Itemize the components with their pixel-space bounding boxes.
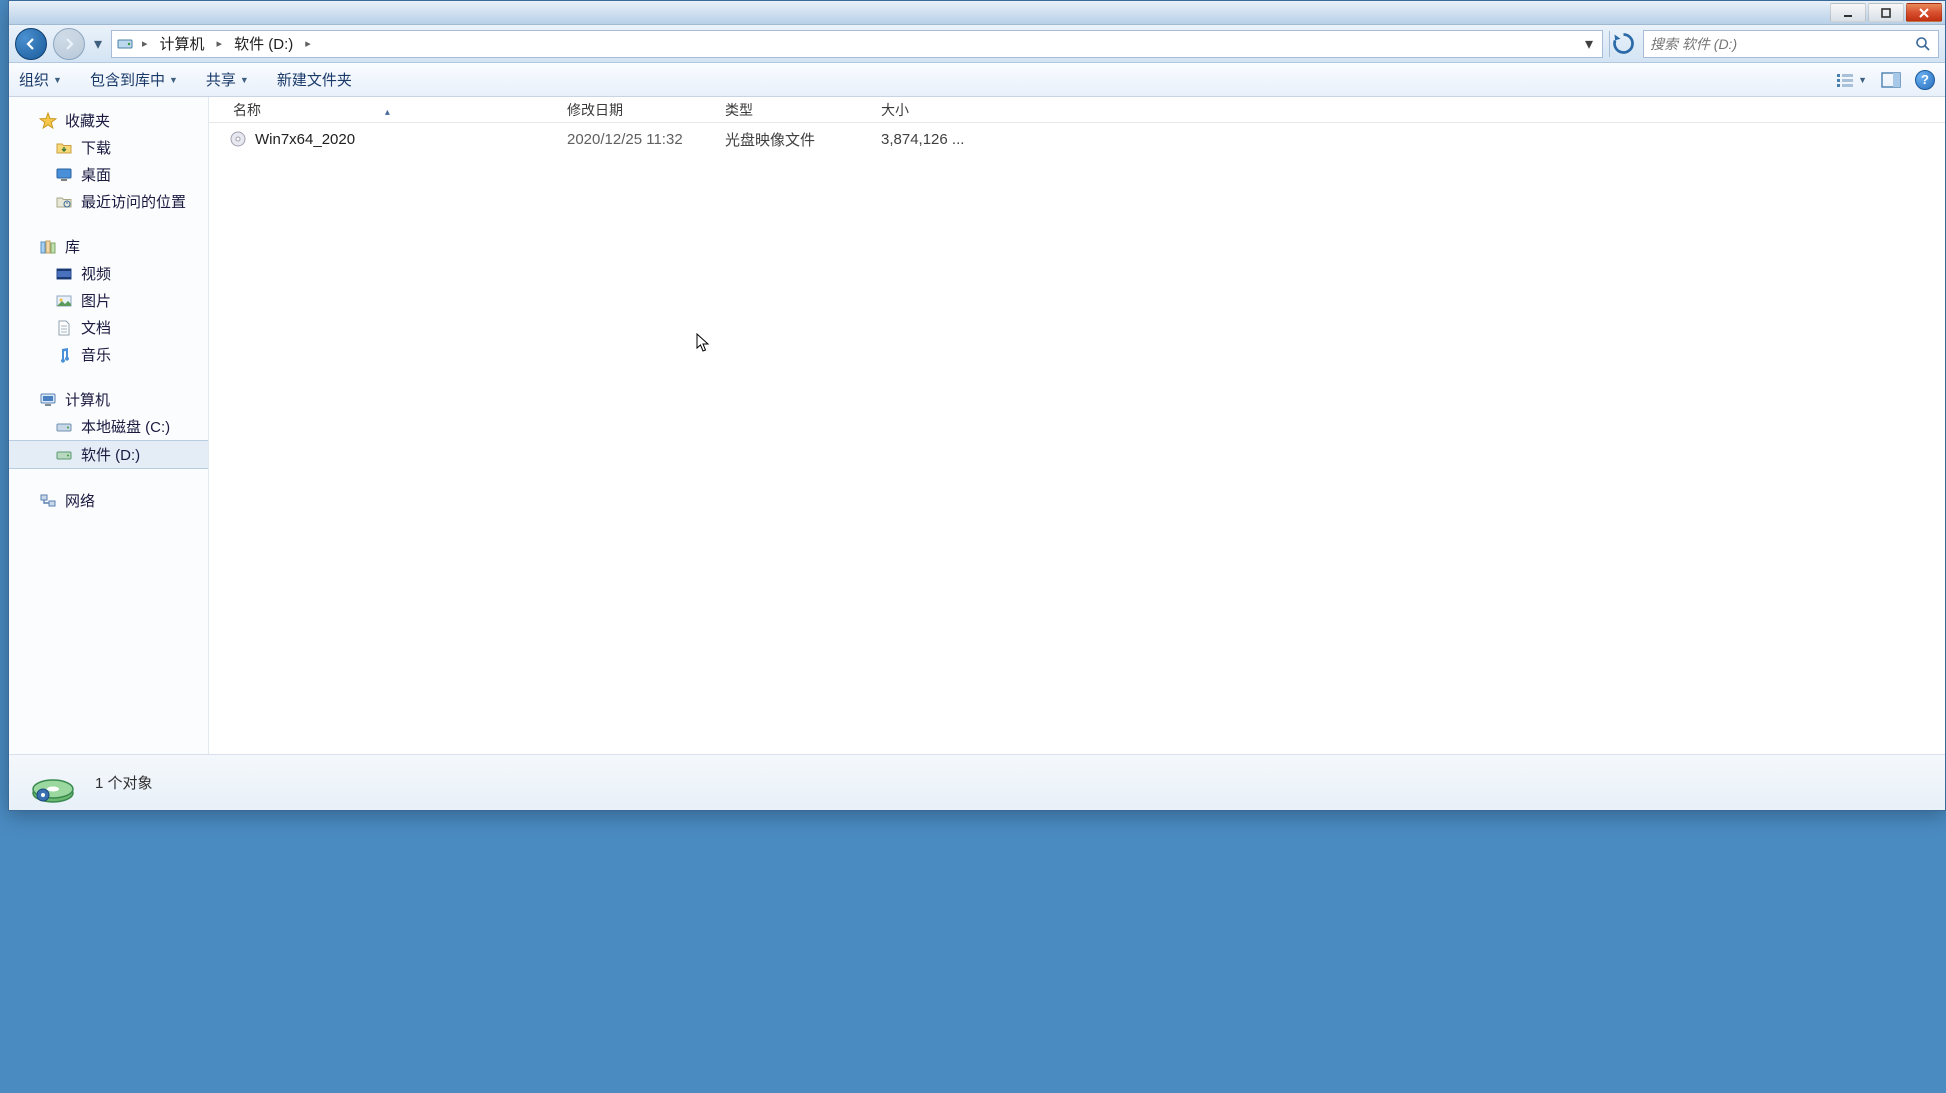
- search-input[interactable]: [1650, 36, 1914, 52]
- refresh-button[interactable]: [1609, 31, 1637, 57]
- drive-icon: [116, 35, 134, 53]
- column-label: 修改日期: [567, 102, 623, 118]
- search-box[interactable]: [1643, 30, 1939, 58]
- mouse-cursor-icon: [696, 333, 712, 353]
- folder-icon: [55, 139, 73, 157]
- organize-label: 组织: [19, 69, 49, 90]
- column-label: 类型: [725, 102, 753, 118]
- sidebar-item-videos[interactable]: 视频: [9, 260, 208, 287]
- new-folder-button[interactable]: 新建文件夹: [277, 69, 352, 90]
- sidebar-item-label: 文档: [81, 317, 111, 338]
- video-icon: [55, 265, 73, 283]
- share-label: 共享: [206, 69, 236, 90]
- search-icon[interactable]: [1914, 35, 1932, 53]
- view-mode-button[interactable]: ▼: [1836, 72, 1867, 88]
- navigation-row: ▾ ▸ 计算机 ▸ 软件 (D:) ▸ ▾: [9, 25, 1945, 63]
- disc-image-icon: [229, 130, 247, 148]
- file-size: 3,874,126 ...: [871, 131, 1945, 148]
- file-name: Win7x64_2020: [255, 131, 355, 148]
- include-in-library-button[interactable]: 包含到库中▼: [90, 69, 178, 90]
- titlebar: [9, 1, 1945, 25]
- back-button[interactable]: [15, 28, 47, 60]
- breadcrumb-separator-icon: ▸: [213, 37, 227, 50]
- drive-icon: [55, 446, 73, 464]
- organize-button[interactable]: 组织▼: [19, 69, 62, 90]
- share-button[interactable]: 共享▼: [206, 69, 249, 90]
- sidebar-item-label: 下载: [81, 137, 111, 158]
- file-type: 光盘映像文件: [715, 129, 871, 150]
- sidebar-item-music[interactable]: 音乐: [9, 341, 208, 368]
- help-button[interactable]: ?: [1915, 70, 1935, 90]
- network-icon: [39, 492, 57, 510]
- sidebar-label: 库: [65, 236, 80, 257]
- sidebar-item-documents[interactable]: 文档: [9, 314, 208, 341]
- breadcrumb-separator-icon: ▸: [138, 37, 152, 50]
- minimize-button[interactable]: [1830, 3, 1866, 22]
- sidebar-network-header[interactable]: 网络: [9, 487, 208, 514]
- column-label: 大小: [881, 102, 909, 118]
- computer-icon: [39, 391, 57, 409]
- nav-history-dropdown[interactable]: ▾: [91, 34, 105, 54]
- drive-icon: [55, 418, 73, 436]
- music-icon: [55, 346, 73, 364]
- sidebar-item-label: 桌面: [81, 164, 111, 185]
- desktop-icon: [55, 166, 73, 184]
- sidebar-item-label: 软件 (D:): [81, 444, 140, 465]
- sidebar-item-drive-d[interactable]: 软件 (D:): [9, 440, 208, 469]
- recent-places-icon: [55, 193, 73, 211]
- breadcrumb-segment[interactable]: 软件 (D:): [230, 31, 297, 56]
- column-label: 名称: [233, 102, 261, 118]
- address-dropdown-icon[interactable]: ▾: [1580, 34, 1598, 54]
- column-headers: 名称 ▴ 修改日期 类型 大小: [209, 97, 1945, 123]
- drive-large-icon: [29, 759, 77, 807]
- sidebar-label: 网络: [65, 490, 95, 511]
- sort-indicator-icon: ▴: [385, 107, 390, 118]
- star-icon: [39, 112, 57, 130]
- sidebar-label: 收藏夹: [65, 110, 110, 131]
- breadcrumb-segment[interactable]: 计算机: [156, 31, 209, 56]
- file-date: 2020/12/25 11:32: [557, 131, 715, 148]
- sidebar-item-downloads[interactable]: 下载: [9, 134, 208, 161]
- toolbar: 组织▼ 包含到库中▼ 共享▼ 新建文件夹 ▼ ?: [9, 63, 1945, 97]
- sidebar-item-pictures[interactable]: 图片: [9, 287, 208, 314]
- documents-icon: [55, 319, 73, 337]
- preview-pane-button[interactable]: [1881, 72, 1901, 88]
- forward-button[interactable]: [53, 28, 85, 60]
- column-name[interactable]: 名称 ▴: [209, 100, 557, 120]
- sidebar-item-drive-c[interactable]: 本地磁盘 (C:): [9, 413, 208, 440]
- pictures-icon: [55, 292, 73, 310]
- sidebar-item-label: 视频: [81, 263, 111, 284]
- sidebar-label: 计算机: [65, 389, 110, 410]
- status-bar: 1 个对象: [9, 754, 1945, 810]
- sidebar-item-label: 音乐: [81, 344, 111, 365]
- address-bar[interactable]: ▸ 计算机 ▸ 软件 (D:) ▸ ▾: [111, 30, 1603, 58]
- column-date[interactable]: 修改日期: [557, 100, 715, 120]
- sidebar-item-desktop[interactable]: 桌面: [9, 161, 208, 188]
- sidebar-favorites-header[interactable]: 收藏夹: [9, 107, 208, 134]
- close-button[interactable]: [1906, 3, 1942, 22]
- navigation-pane[interactable]: 收藏夹 下载 桌面 最近访问的位置 库: [9, 97, 209, 754]
- column-size[interactable]: 大小: [871, 100, 1945, 120]
- maximize-button[interactable]: [1868, 3, 1904, 22]
- content-pane[interactable]: 名称 ▴ 修改日期 类型 大小 Win7x64_2020 2020/12/25 …: [209, 97, 1945, 754]
- file-row[interactable]: Win7x64_2020 2020/12/25 11:32 光盘映像文件 3,8…: [209, 123, 1945, 155]
- breadcrumb-separator-icon: ▸: [301, 37, 315, 50]
- explorer-window: ▾ ▸ 计算机 ▸ 软件 (D:) ▸ ▾ 组织▼: [8, 0, 1946, 811]
- sidebar-item-label: 本地磁盘 (C:): [81, 416, 170, 437]
- sidebar-libraries-header[interactable]: 库: [9, 233, 208, 260]
- libraries-icon: [39, 238, 57, 256]
- sidebar-item-label: 最近访问的位置: [81, 191, 186, 212]
- column-type[interactable]: 类型: [715, 100, 871, 120]
- include-label: 包含到库中: [90, 69, 165, 90]
- new-folder-label: 新建文件夹: [277, 69, 352, 90]
- sidebar-computer-header[interactable]: 计算机: [9, 386, 208, 413]
- body: 收藏夹 下载 桌面 最近访问的位置 库: [9, 97, 1945, 754]
- status-text: 1 个对象: [95, 772, 153, 793]
- sidebar-item-recent[interactable]: 最近访问的位置: [9, 188, 208, 215]
- sidebar-item-label: 图片: [81, 290, 111, 311]
